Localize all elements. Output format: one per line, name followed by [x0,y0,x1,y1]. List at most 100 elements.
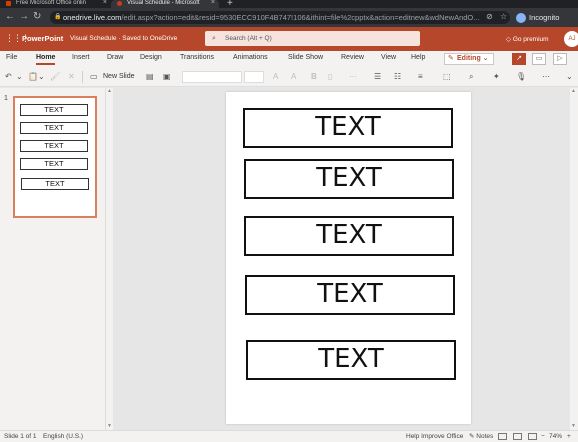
browser-tab-visual-schedule[interactable]: Visual Schedule - Microsoft × [111,0,219,8]
ribbon-tabs: File Home Insert Draw Design Transitions… [0,51,578,67]
new-slide-button[interactable]: New Slide [103,73,135,80]
help-improve-office-link[interactable]: Help Improve Office [406,431,463,442]
tab-help[interactable]: Help [411,54,425,61]
tab-file[interactable]: File [6,54,17,61]
bold-icon[interactable]: B [311,72,317,82]
increase-font-icon[interactable]: A [273,72,278,82]
dictate-icon[interactable]: 🎙 [516,72,526,82]
picture-icon[interactable]: ▣ [163,72,171,82]
undo-dropdown-icon[interactable]: ⌄ [16,72,23,82]
shapes-icon[interactable]: ⬚ [443,72,451,82]
zoom-level[interactable]: 74% [549,431,562,442]
tab-label: Visual Schedule - Microsoft [127,0,200,6]
address-bar[interactable]: 🔒 onedrive.live.com/edit.aspx?action=edi… [50,11,510,24]
divider [82,71,83,83]
normal-view-icon[interactable] [498,433,507,440]
lock-icon: 🔒 [54,14,62,20]
url-path: /edit.aspx?action=edit&resid=9530ECC910F… [121,13,480,22]
font-family-select[interactable] [182,71,242,83]
font-size-select[interactable] [244,71,264,83]
browser-tab-office[interactable]: Free Microsoft Office onlin × [0,0,111,8]
scroll-down-icon[interactable]: ▼ [571,423,576,429]
scroll-down-icon[interactable]: ▼ [107,423,112,429]
slide-sorter-icon[interactable] [513,433,522,440]
search-input[interactable]: ⌕ Search (Alt + Q) [205,31,420,46]
avatar[interactable]: AJ [564,31,578,47]
comments-icon[interactable]: ▭ [532,53,546,65]
slide-text-box[interactable]: TEXT [243,108,453,148]
camera-off-icon[interactable]: ⊘ [486,12,493,21]
tab-home[interactable]: Home [36,54,56,65]
incognito-indicator[interactable]: Incognito [516,10,559,25]
browser-tabstrip: Free Microsoft Office onlin × Visual Sch… [0,0,578,9]
thumbnail-text-box: TEXT [21,178,89,190]
office-favicon-icon [6,1,11,6]
align-icon[interactable]: ≡ [418,72,423,82]
thumbnail-scrollbar[interactable]: ▲ ▼ [105,88,113,430]
slide-text-box[interactable]: TEXT [244,159,454,199]
tab-design[interactable]: Design [140,54,162,61]
slide[interactable]: TEXT TEXT TEXT TEXT TEXT [226,92,471,424]
slide-count: Slide 1 of 1 [4,433,37,440]
paste-icon[interactable]: 📋 [28,72,38,82]
tab-view[interactable]: View [381,54,396,61]
tab-insert[interactable]: Insert [72,54,90,61]
reload-icon[interactable]: ↻ [33,11,41,23]
incognito-icon [516,13,526,23]
close-tab-icon[interactable]: × [211,0,215,6]
tab-transitions[interactable]: Transitions [180,54,214,61]
bullets-icon[interactable]: ☰ [374,72,381,82]
more-options-icon[interactable]: ⋯ [542,72,550,82]
app-name[interactable]: PowerPoint [22,34,63,43]
delete-icon[interactable]: ✕ [68,72,75,82]
clear-formatting-icon[interactable]: ▯ [328,72,332,82]
slide-number: 1 [4,95,8,102]
zoom-in-icon[interactable]: + [567,431,571,442]
paste-dropdown-icon[interactable]: ⌄ [38,72,45,82]
document-title[interactable]: Visual Schedule · Saved to OneDrive [70,35,177,42]
go-premium-button[interactable]: ◇ Go premium [506,35,549,43]
back-icon[interactable]: ← [5,11,15,23]
canvas-scrollbar[interactable]: ▲ ▼ [570,88,578,430]
share-icon[interactable]: ↗ [512,53,526,65]
browser-toolbar: ← → ↻ 🔒 onedrive.live.com/edit.aspx?acti… [0,8,578,27]
slide-thumbnail[interactable]: TEXT TEXT TEXT TEXT TEXT [13,96,97,218]
search-placeholder: Search (Alt + Q) [225,35,272,42]
tab-label: Free Microsoft Office onlin [16,0,86,6]
slide-text-box[interactable]: TEXT [246,340,456,380]
decrease-font-icon[interactable]: A [291,72,296,82]
incognito-label: Incognito [529,13,560,22]
zoom-out-icon[interactable]: − [541,431,545,442]
designer-icon[interactable]: ✦ [493,72,500,82]
tab-review[interactable]: Review [341,54,364,61]
star-icon[interactable]: ☆ [500,12,507,21]
new-slide-icon[interactable]: ▭ [90,72,98,82]
scroll-up-icon[interactable]: ▲ [571,88,576,94]
notes-button[interactable]: ✎ Notes [469,431,493,442]
present-icon[interactable]: ▷ [553,53,567,65]
scroll-up-icon[interactable]: ▲ [107,88,112,94]
layout-icon[interactable]: ▤ [146,72,154,82]
ribbon-toolbar: ↶ ⌄ 📋 ⌄ 🖌 ✕ ▭ New Slide ▤ ▣ A A B ▯ ⋯ ☰ … [0,67,578,87]
format-painter-icon[interactable]: 🖌 [50,72,60,82]
tab-slide-show[interactable]: Slide Show [288,54,323,61]
tab-animations[interactable]: Animations [233,54,268,61]
url-host: onedrive.live.com [63,13,122,22]
more-font-options-icon[interactable]: ⋯ [349,72,357,82]
powerpoint-favicon-icon [117,1,122,6]
forward-icon[interactable]: → [19,11,29,23]
close-tab-icon[interactable]: × [103,0,107,6]
slide-thumbnail-pane: 1 TEXT TEXT TEXT TEXT TEXT [0,88,105,430]
reading-view-icon[interactable] [528,433,537,440]
editing-label: Editing [457,55,481,62]
tab-draw[interactable]: Draw [107,54,123,61]
thumbnail-text-box: TEXT [20,158,88,170]
collapse-ribbon-icon[interactable]: ⌄ [566,72,573,82]
editing-mode-button[interactable]: ✎ Editing ⌄ [444,53,494,65]
slide-text-box[interactable]: TEXT [245,275,455,315]
undo-icon[interactable]: ↶ [5,72,12,82]
find-icon[interactable]: ⌕ [469,72,473,82]
slide-text-box[interactable]: TEXT [244,216,454,256]
numbering-icon[interactable]: ☷ [394,72,401,82]
language-status[interactable]: English (U.S.) [43,431,83,442]
